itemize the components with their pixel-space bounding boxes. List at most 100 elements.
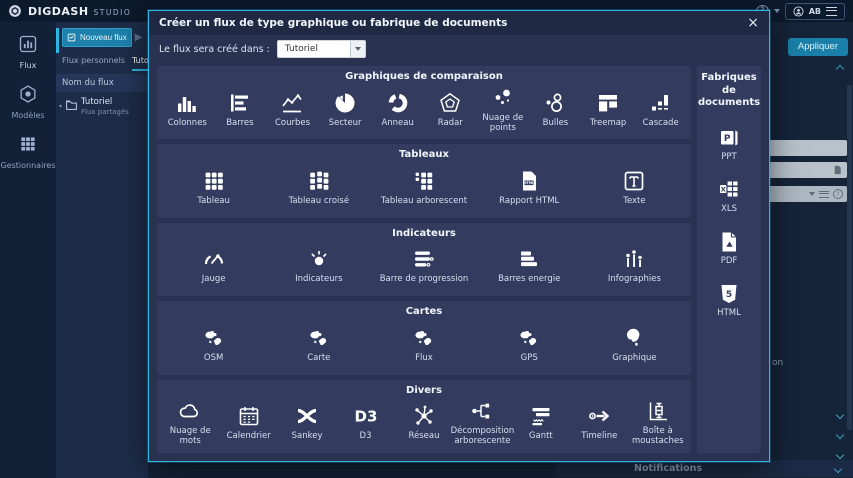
section-items: TableauTableau croiséTableau arborescent…	[161, 160, 687, 214]
collapse-up-icon[interactable]	[836, 65, 844, 73]
user-menu[interactable]: AB	[785, 3, 845, 20]
flux-type-label: Nuage de points	[477, 113, 530, 133]
flux-type-d3[interactable]: D3D3	[336, 404, 394, 441]
brand-suffix: STUDIO	[94, 8, 132, 17]
tree-item-tutoriel[interactable]: ▾ Tutoriel Flux partagés	[56, 92, 148, 120]
flux-type-anneau[interactable]: Anneau	[371, 91, 424, 128]
sidebar-item-modeles[interactable]: Modèles	[0, 80, 56, 130]
flux-type-tableau-croise[interactable]: Tableau croisé	[266, 169, 371, 206]
flux-type-label: Boîte à moustaches	[629, 426, 687, 446]
text-icon	[622, 169, 646, 193]
flux-type-nuage-de-mots[interactable]: Nuage de mots	[161, 399, 219, 446]
boxplot-icon	[646, 399, 670, 423]
flux-type-courbes[interactable]: Courbes	[266, 91, 319, 128]
sidebar-item-flux[interactable]: Flux	[0, 30, 56, 80]
flux-type-label: Barre de progression	[380, 274, 469, 284]
new-flux-button[interactable]: Nouveau flux	[62, 28, 132, 47]
flux-type-tableau-arborescent[interactable]: Tableau arborescent	[371, 169, 476, 206]
section-chevron-icon[interactable]	[836, 451, 844, 459]
flux-type-label: Colonnes	[168, 118, 207, 128]
flux-tabs: Flux personnels Tutoriel	[56, 51, 148, 71]
sidebar-item-gestionnaires[interactable]: Gestionnaires	[0, 130, 56, 180]
help-caret-icon[interactable]	[774, 9, 780, 13]
treemap-icon	[596, 91, 620, 115]
notifications-section[interactable]: Notifications	[556, 460, 853, 477]
sidebar-item-label: Flux	[20, 61, 37, 70]
flux-type-reseau[interactable]: Réseau	[395, 404, 453, 441]
flux-type-bulles[interactable]: Bulles	[529, 91, 582, 128]
section-items: Colonnes BarresCourbes Secteur AnneauRadarN…	[161, 82, 687, 136]
waterfall-icon	[649, 91, 673, 115]
flux-type-barres-energie[interactable]: Barres energie	[477, 247, 582, 284]
flux-type-colonnes[interactable]: Colonnes	[161, 91, 214, 128]
apply-button[interactable]: Appliquer	[788, 38, 848, 56]
flux-type-rapport-html[interactable]: HTML Rapport HTML	[477, 169, 582, 206]
user-avatar-icon	[793, 6, 804, 17]
flux-type-label: GPS	[521, 353, 538, 363]
tab-flux-personnels[interactable]: Flux personnels	[62, 56, 125, 71]
flux-type-indicateurs[interactable]: Indicateurs	[266, 247, 371, 284]
flux-type-secteur[interactable]: Secteur	[319, 91, 372, 128]
gantt-icon	[529, 404, 553, 428]
timeline-icon	[587, 404, 611, 428]
document-factory-xls[interactable]: XXLS	[717, 178, 741, 214]
gauge-icon	[202, 247, 226, 271]
section-chevron-icon[interactable]	[836, 411, 844, 419]
close-icon[interactable]: ×	[747, 16, 759, 30]
flux-type-label: Cascade	[643, 118, 679, 128]
document-factory-pdf[interactable]: PDF	[717, 230, 741, 266]
flux-type-cascade[interactable]: Cascade	[634, 91, 687, 128]
scrollbar[interactable]	[847, 85, 852, 430]
sankey-icon	[295, 404, 319, 428]
flux-type-label: Secteur	[329, 118, 362, 128]
flux-type-calendrier[interactable]: Calendrier	[219, 404, 277, 441]
flux-type-radar[interactable]: Radar	[424, 91, 477, 128]
section-tableaux: TableauxTableauTableau croiséTableau arb…	[157, 144, 691, 217]
flux-type-barres[interactable]: Barres	[214, 91, 267, 128]
flux-type-osm[interactable]: OSM	[161, 326, 266, 363]
flux-type-gantt[interactable]: Gantt	[512, 404, 570, 441]
section-indicateurs: IndicateursJaugeIndicateursBarre de prog…	[157, 223, 691, 296]
menu-burger-icon	[826, 7, 837, 16]
flux-type-label: Rapport HTML	[499, 196, 559, 206]
document-factory-label: HTML	[717, 308, 741, 318]
flux-type-tableau[interactable]: Tableau	[161, 169, 266, 206]
play-icon[interactable]: ▶	[135, 32, 143, 43]
create-flux-dialog: Créer un flux de type graphique ou fabri…	[148, 10, 770, 462]
dialog-sections: Graphiques de comparaisonColonnesBarresC…	[157, 66, 691, 453]
active-section-indicator	[56, 28, 59, 53]
target-folder-select[interactable]: Tutoriel	[277, 40, 366, 58]
sidebar-item-label: Gestionnaires	[0, 161, 55, 170]
select-arrow-icon	[350, 41, 365, 57]
flux-type-timeline[interactable]: Timeline	[570, 404, 628, 441]
flux-type-flux[interactable]: Flux	[371, 326, 476, 363]
flux-type-treemap[interactable]: Treemap	[582, 91, 635, 128]
flux-type-boite-a-moustaches[interactable]: Boîte à moustaches	[629, 399, 687, 446]
notifications-label: Notifications	[634, 463, 702, 474]
document-factory-html[interactable]: 5HTML	[717, 282, 741, 318]
user-initials: AB	[809, 7, 821, 16]
tree-expand-icon[interactable]: ▾	[59, 103, 62, 110]
svg-text:HTML: HTML	[524, 181, 536, 185]
document-factory-ppt[interactable]: PPPT	[717, 126, 741, 162]
flux-type-label: Calendrier	[227, 431, 271, 441]
models-icon	[18, 84, 38, 108]
flux-type-graphique[interactable]: Graphique	[582, 326, 687, 363]
hidden-label-fragment: on	[772, 358, 783, 368]
document-factory-label: PDF	[721, 256, 738, 266]
flux-type-nuage-de-points[interactable]: Nuage de points	[477, 86, 530, 133]
managers-icon	[18, 134, 38, 158]
flux-type-jauge[interactable]: Jauge	[161, 247, 266, 284]
flux-type-sankey[interactable]: Sankey	[278, 404, 336, 441]
flux-type-infographies[interactable]: Infographies	[582, 247, 687, 284]
map-icon	[517, 326, 541, 350]
flux-type-carte[interactable]: Carte	[266, 326, 371, 363]
section-title: Indicateurs	[161, 228, 687, 239]
section-chevron-icon[interactable]	[836, 431, 844, 439]
flux-type-texte[interactable]: Texte	[582, 169, 687, 206]
field-help-icon: ?	[833, 189, 843, 199]
flux-type-barre-de-progression[interactable]: Barre de progression	[371, 247, 476, 284]
flux-type-gps[interactable]: GPS	[477, 326, 582, 363]
calendar-icon	[237, 404, 261, 428]
flux-type-decomposition-arborescente[interactable]: Décomposition arborescente	[453, 399, 511, 446]
